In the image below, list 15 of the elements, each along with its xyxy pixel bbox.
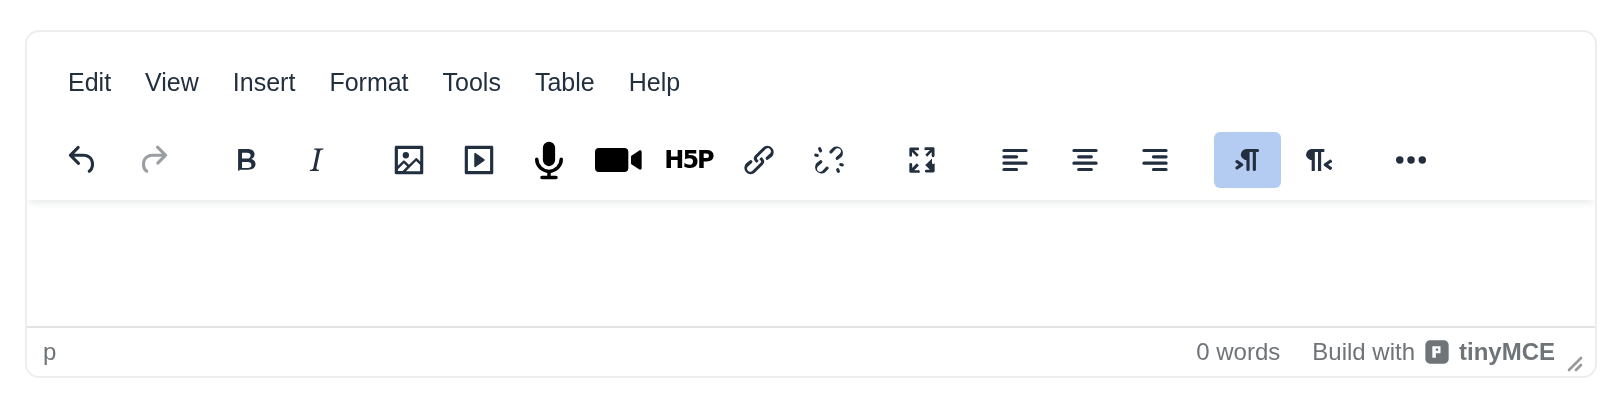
h5p-logo: H5P (664, 146, 713, 174)
menu-item[interactable]: Tools (425, 62, 518, 102)
h5p-button[interactable]: H5P (655, 132, 722, 188)
more-icon (1395, 156, 1426, 164)
menu-item[interactable]: View (128, 62, 216, 102)
word-count[interactable]: 0 words (1196, 338, 1281, 366)
menu-item[interactable]: Insert (215, 62, 313, 102)
element-path[interactable]: p (43, 338, 57, 366)
menu-item[interactable]: Format (312, 62, 426, 102)
tinymce-logo-icon (1423, 338, 1451, 366)
menu-item[interactable]: Edit (51, 62, 129, 102)
menu-item[interactable]: Table (517, 62, 612, 102)
pilcrow-right-button[interactable] (1214, 132, 1281, 188)
branding-link[interactable]: Build with tinyMCE (1312, 338, 1555, 366)
menu-item[interactable]: Help (611, 62, 698, 102)
